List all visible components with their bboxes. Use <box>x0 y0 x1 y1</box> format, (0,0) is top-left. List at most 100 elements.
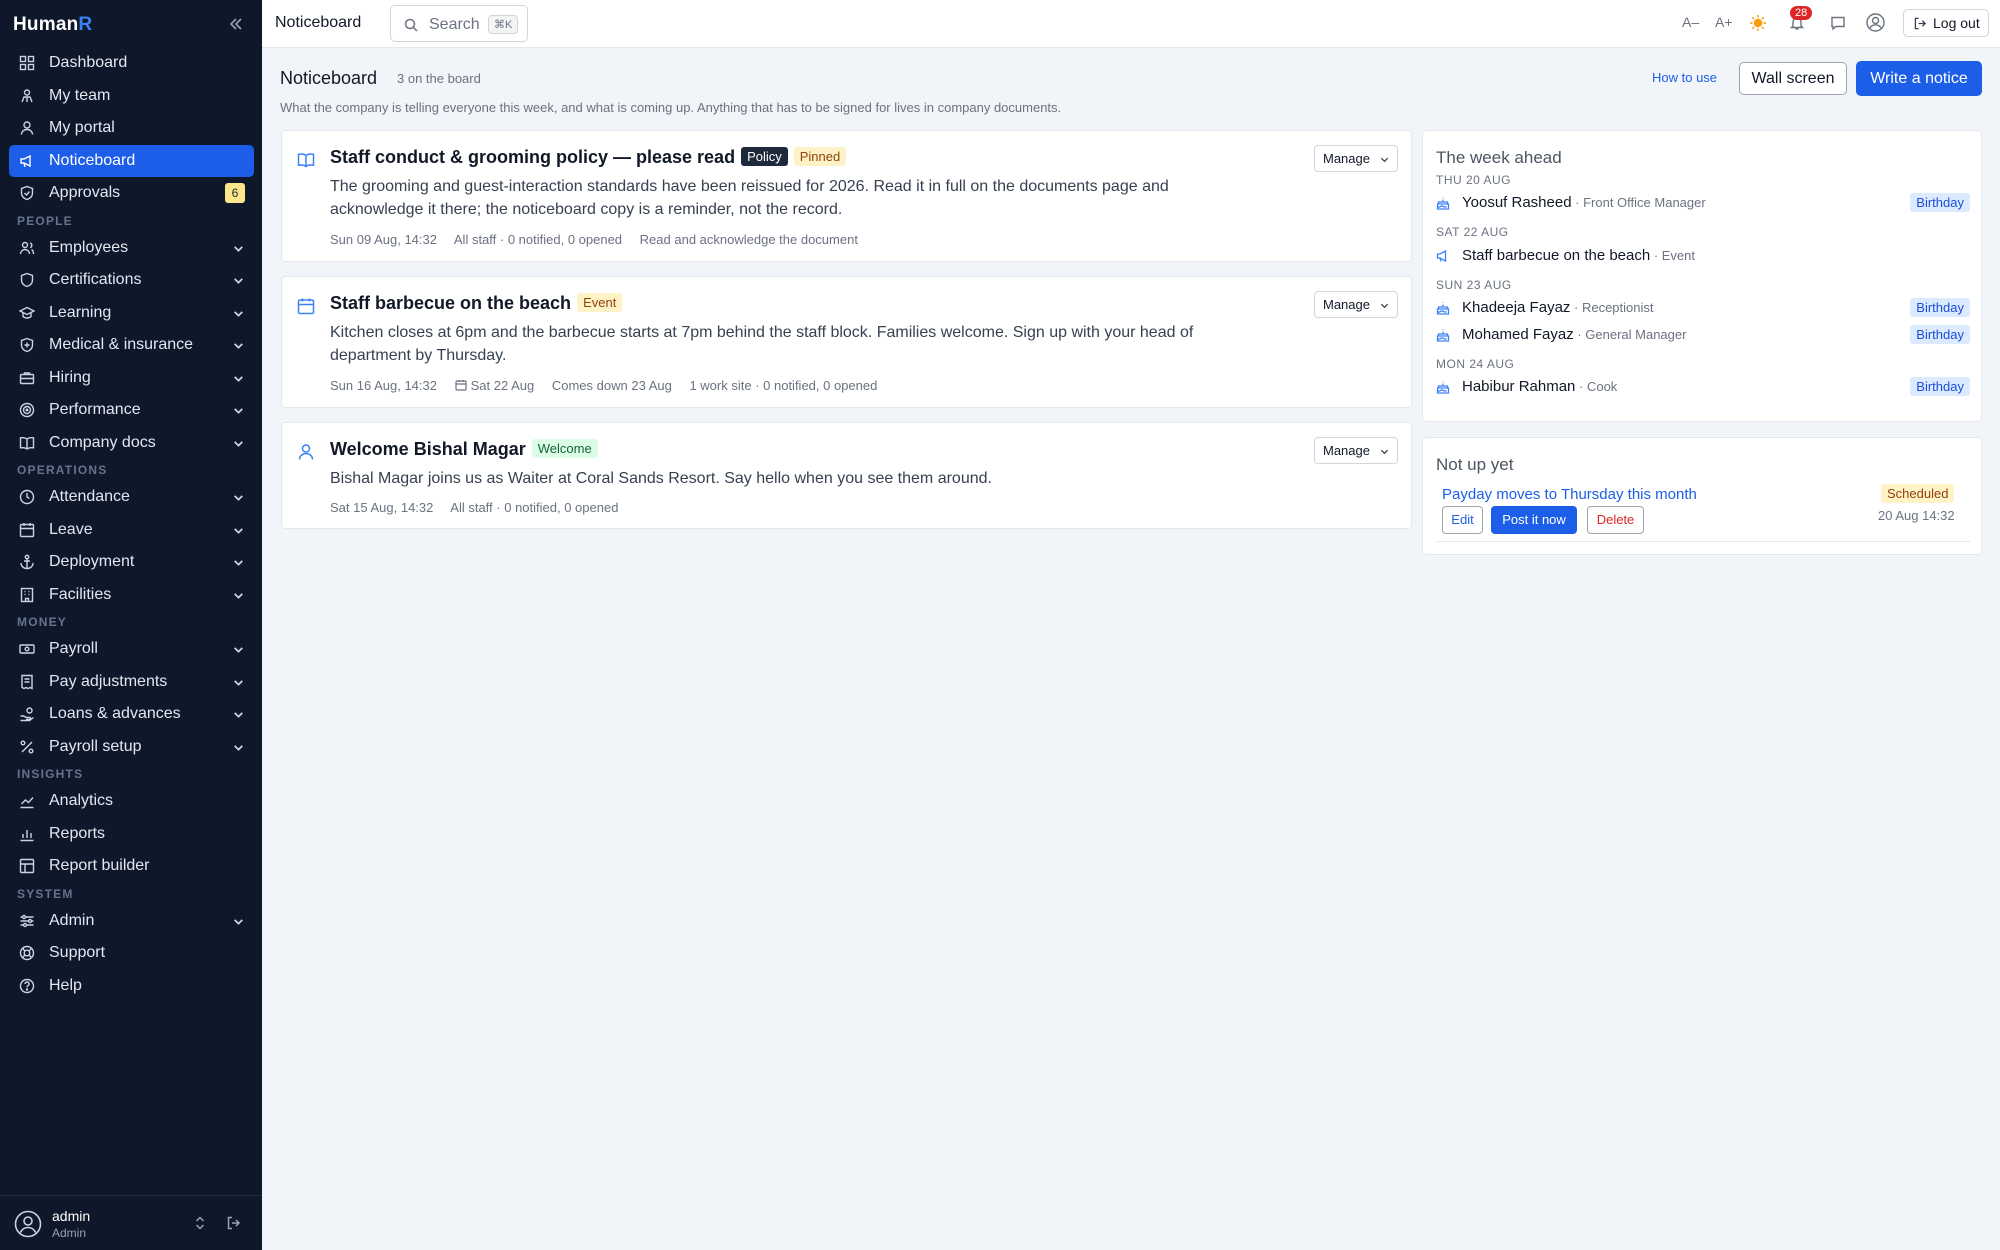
clock-icon <box>19 490 35 505</box>
users-icon <box>19 241 35 254</box>
sidebar-item-payroll-setup[interactable]: Payroll setup <box>9 731 254 764</box>
event-date: Sat 22 Aug <box>470 378 535 393</box>
trend-chart-icon <box>20 797 34 809</box>
building-icon <box>20 587 34 602</box>
sign-out-icon[interactable] <box>226 1215 242 1231</box>
sidebar-item-pay-adjustments[interactable]: Pay adjustments <box>9 666 254 699</box>
sidebar-item-company-docs[interactable]: Company docs <box>9 427 254 460</box>
sun-icon[interactable] <box>1749 14 1767 32</box>
sidebar-item-report-builder[interactable]: Report builder <box>9 850 254 883</box>
sidebar-item-noticeboard[interactable]: Noticeboard <box>9 144 254 177</box>
target-icon <box>19 403 35 418</box>
delete-button[interactable]: Delete <box>1587 506 1644 534</box>
chevron-down-icon <box>234 310 243 317</box>
sidebar-item-employees[interactable]: Employees <box>9 232 254 265</box>
sidebar-item-label: Pay adjustments <box>49 672 168 690</box>
megaphone-icon <box>1436 249 1447 263</box>
notice-card[interactable]: Welcome Bishal Magar Welcome Bishal Magar… <box>281 422 1412 529</box>
team-icon <box>21 89 33 103</box>
week-row[interactable]: Yoosuf Rasheed · Front Office Manager Bi… <box>1436 192 1970 214</box>
sidebar-item-loans-advances[interactable]: Loans & advances <box>9 698 254 731</box>
log-out-label: Log out <box>1933 15 1980 31</box>
sidebar-item-label: Deployment <box>49 553 135 571</box>
font-decrease-button[interactable]: A– <box>1682 14 1699 30</box>
edit-button[interactable]: Edit <box>1442 506 1483 534</box>
section-label-operations: OPERATIONS <box>17 463 108 477</box>
notice-card[interactable]: Staff conduct & grooming policy — please… <box>281 130 1412 262</box>
chevrons-up-down-icon[interactable] <box>193 1215 207 1231</box>
manage-button[interactable]: Manage <box>1314 437 1398 464</box>
sidebar-item-deployment[interactable]: Deployment <box>9 546 254 579</box>
sidebar-item-facilities[interactable]: Facilities <box>9 579 254 612</box>
wall-screen-button[interactable]: Wall screen <box>1739 62 1847 95</box>
week-row[interactable]: Staff barbecue on the beach · Event <box>1436 245 1970 267</box>
notice-title[interactable]: Staff barbecue on the beach Event <box>330 293 623 314</box>
sidebar-item-learning[interactable]: Learning <box>9 297 254 330</box>
sidebar-item-my-team[interactable]: My team <box>9 80 254 113</box>
birthday-badge: Birthday <box>1910 325 1970 344</box>
app-logo[interactable]: HumanR <box>13 14 92 36</box>
sidebar-item-label: Support <box>49 944 106 962</box>
sidebar-item-attendance[interactable]: Attendance <box>9 481 254 514</box>
notice-count: 3 on the board <box>397 71 481 86</box>
sidebar-item-label: Noticeboard <box>49 151 136 169</box>
notice-title[interactable]: Welcome Bishal Magar Welcome <box>330 439 598 460</box>
font-increase-button[interactable]: A+ <box>1715 14 1733 30</box>
birthday-badge: Birthday <box>1910 377 1970 396</box>
sidebar-item-approvals[interactable]: Approvals 6 <box>9 177 254 210</box>
sidebar-item-label: Leave <box>49 520 93 538</box>
week-row[interactable]: Habibur Rahman · Cook Birthday <box>1436 376 1970 398</box>
log-out-button[interactable]: Log out <box>1903 9 1989 37</box>
notice-body: The grooming and guest-interaction stand… <box>330 178 1169 218</box>
sidebar-item-hiring[interactable]: Hiring <box>9 362 254 395</box>
week-row[interactable]: Khadeeja Fayaz · Receptionist Birthday <box>1436 297 1970 319</box>
account-icon[interactable] <box>1866 13 1885 32</box>
chevron-down-icon <box>1380 157 1389 163</box>
sidebar-item-support[interactable]: Support <box>9 937 254 970</box>
scheduled-notice-title[interactable]: Payday moves to Thursday this month <box>1442 486 1697 503</box>
sidebar-item-dashboard[interactable]: Dashboard <box>9 47 254 80</box>
person-role: · Cook <box>1575 379 1618 394</box>
chat-icon[interactable] <box>1830 15 1846 31</box>
sidebar-item-label: Facilities <box>49 585 112 603</box>
sidebar-item-help[interactable]: Help <box>9 970 254 1003</box>
notice-date: Sun 09 Aug, 14:32 <box>330 232 437 247</box>
week-row[interactable]: Mohamed Fayaz · General Manager Birthday <box>1436 324 1970 346</box>
user-menu[interactable]: admin Admin <box>0 1195 262 1250</box>
sidebar-item-payroll[interactable]: Payroll <box>9 633 254 666</box>
sidebar-item-reports[interactable]: Reports <box>9 818 254 851</box>
chevron-down-icon <box>234 278 243 284</box>
sidebar-item-my-portal[interactable]: My portal <box>9 112 254 145</box>
write-notice-button[interactable]: Write a notice <box>1856 61 1982 96</box>
cake-icon <box>1436 197 1450 210</box>
sidebar-item-label: Help <box>49 976 82 994</box>
sidebar-item-medical-insurance[interactable]: Medical & insurance <box>9 329 254 362</box>
hand-coins-icon <box>20 707 34 722</box>
how-to-use-link[interactable]: How to use <box>1652 70 1717 85</box>
sidebar-item-leave[interactable]: Leave <box>9 514 254 547</box>
notice-title[interactable]: Staff conduct & grooming policy — please… <box>330 147 847 168</box>
search-input[interactable]: Search ⌘K <box>390 5 528 42</box>
sidebar-item-label: Company docs <box>49 433 156 451</box>
sidebar-item-label: Reports <box>49 824 106 842</box>
manage-button[interactable]: Manage <box>1314 145 1398 172</box>
person-name: Mohamed Fayaz <box>1462 326 1574 343</box>
event-type: · Event <box>1650 248 1695 263</box>
megaphone-icon <box>20 154 31 167</box>
chevron-down-icon <box>234 245 243 252</box>
policy-tag: Policy <box>741 147 788 166</box>
sidebar-item-label: Employees <box>49 238 129 256</box>
notice-card[interactable]: Staff barbecue on the beach Event Kitchen… <box>281 276 1412 408</box>
sidebar-item-performance[interactable]: Performance <box>9 394 254 427</box>
section-label-money: MONEY <box>17 615 68 629</box>
post-now-button[interactable]: Post it now <box>1491 506 1577 534</box>
sidebar-item-certifications[interactable]: Certifications <box>9 264 254 297</box>
sidebar-item-label: Analytics <box>49 792 114 810</box>
sidebar-item-analytics[interactable]: Analytics <box>9 785 254 818</box>
collapse-sidebar-icon[interactable] <box>226 14 246 34</box>
sidebar-item-label: Attendance <box>49 488 130 506</box>
calendar-icon <box>297 298 315 315</box>
manage-button[interactable]: Manage <box>1314 291 1398 318</box>
sidebar-item-admin[interactable]: Admin <box>9 905 254 938</box>
person-name: Yoosuf Rasheed <box>1462 194 1572 211</box>
